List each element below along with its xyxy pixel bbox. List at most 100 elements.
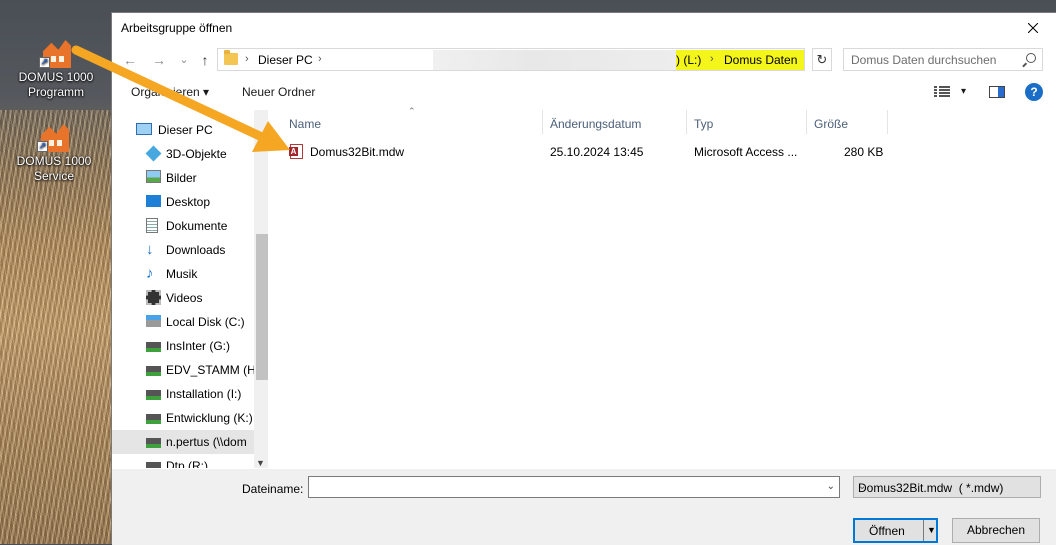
view-dropdown-icon[interactable]: ▾ [961,86,966,97]
desktop-icon [146,195,161,207]
breadcrumb-separator: › [318,53,322,65]
column-header-type[interactable]: Typ [694,110,713,134]
navigation-pane: Dieser PC 3D-Objekte Bilder Desktop Doku… [112,110,268,468]
nav-item-desktop[interactable]: Desktop [112,190,254,214]
view-options-icon[interactable] [934,86,950,98]
command-bar: Organisieren ▾ Neuer Ordner ▾ ? [112,80,1056,106]
breadcrumb-domus-daten[interactable]: Domus Daten [724,53,797,67]
forward-arrow-icon: → [152,52,166,68]
up-arrow-icon: ↑ [201,52,209,68]
network-drive-icon [146,434,161,448]
sort-ascending-icon: ⌃ [408,106,416,116]
column-divider[interactable] [686,110,687,134]
local-disk-icon [146,315,161,327]
network-drive-icon [146,338,161,352]
nav-item-musik[interactable]: ♪ Musik [112,262,254,286]
domus-house-icon: ↗ [39,34,73,68]
refresh-button[interactable]: ↻ [812,48,832,71]
shortcut-arrow-icon: ↗ [37,141,48,152]
forward-button[interactable]: → [150,51,168,69]
column-divider[interactable] [806,110,807,134]
nav-scrollbar-thumb[interactable] [256,234,268,380]
pc-icon [136,123,152,135]
file-row[interactable]: Domus32Bit.mdw 25.10.2024 13:45 Microsof… [268,142,1048,162]
breadcrumb-separator: › [710,53,714,65]
nav-item-videos[interactable]: Videos [112,286,254,310]
nav-item-label: Downloads [166,243,226,257]
search-input[interactable] [849,50,1019,70]
search-box[interactable] [843,48,1043,71]
scroll-down-arrow-icon[interactable]: ▼ [256,458,265,468]
breadcrumb-drive-l[interactable]: ) (L:) [676,53,701,67]
nav-item-dtp-r[interactable]: Dtp (R:) [112,454,254,468]
nav-item-label: 3D-Objekte [166,147,227,161]
nav-item-local-disk-c[interactable]: Local Disk (C:) [112,310,254,334]
desktop-icon-label: DOMUS 1000 Service [16,154,92,183]
close-button[interactable] [1010,13,1056,43]
help-button[interactable]: ? [1025,83,1043,101]
file-type: Microsoft Access ... [694,145,798,159]
downloads-icon: ↓ [146,241,154,258]
nav-item-installation-i[interactable]: Installation (I:) [112,382,254,406]
nav-item-downloads[interactable]: ↓ Downloads [112,238,254,262]
nav-item-insinter-g[interactable]: InsInter (G:) [112,334,254,358]
videos-icon [146,290,161,305]
nav-item-dieser-pc[interactable]: Dieser PC [112,118,254,142]
address-bar[interactable]: › Dieser PC › ) (L:) › Domus Daten ▾ [217,48,903,71]
open-button-label: Öffnen [869,524,905,538]
nav-item-label: Entwicklung (K:) [166,411,253,425]
chevron-down-icon: ▾ [203,85,210,99]
column-header-date[interactable]: Änderungsdatum [550,110,641,134]
breadcrumb-separator: › [245,53,249,65]
nav-item-label: Videos [166,291,203,305]
column-header-name[interactable]: Name [289,110,321,134]
nav-item-label: Desktop [166,195,211,209]
filetype-select[interactable]: Domus32Bit.mdw ( *.mdw) ⌄ [853,476,1041,498]
redacted-path [433,50,678,70]
column-header-size[interactable]: Größe [814,110,848,134]
preview-pane-icon[interactable] [989,86,1005,98]
desktop-icon-domus-service[interactable]: ↗ DOMUS 1000 Service [0,118,110,184]
pictures-icon [146,170,161,183]
filename-label: Dateiname: [242,482,304,496]
close-icon [1028,23,1038,33]
nav-item-bilder[interactable]: Bilder [112,166,254,190]
access-file-icon [289,144,303,159]
new-folder-button[interactable]: Neuer Ordner [242,85,315,99]
address-row: ← → ⌄ ↑ › Dieser PC › ) (L:) › Domus Dat… [112,48,1056,72]
filename-input[interactable] [312,478,812,496]
breadcrumb-dieser-pc[interactable]: Dieser PC [258,53,313,67]
chevron-down-icon: ⌄ [858,481,867,492]
nav-item-n-pertus[interactable]: n.pertus (\\dom [112,430,254,454]
nav-item-dokumente[interactable]: Dokumente [112,214,254,238]
back-arrow-icon: ← [123,52,137,68]
nav-item-label: Dtp (R:) [166,459,208,468]
cancel-button[interactable]: Abbrechen [952,518,1040,543]
nav-scrollbar[interactable] [254,110,268,468]
chevron-down-icon[interactable]: ⌄ [827,481,835,492]
open-file-dialog: Arbeitsgruppe öffnen ← → ⌄ ↑ › Dieser PC… [111,12,1056,545]
nav-item-label: Bilder [166,171,197,185]
desktop-icon-label: DOMUS 1000 [18,70,94,84]
open-button[interactable]: Öffnen ▼ [853,518,938,543]
back-button[interactable]: ← [121,51,139,69]
filename-combobox[interactable]: ⌄ [308,476,840,498]
highlighted-path: ) (L:) › Domus Daten [676,50,804,70]
nav-item-3d-objekte[interactable]: 3D-Objekte [112,142,254,166]
network-drive-icon [146,386,161,400]
up-button[interactable]: ↑ [196,51,214,69]
nav-item-edv-stamm-h[interactable]: EDV_STAMM (H: [112,358,259,382]
nav-item-label: Dieser PC [158,123,213,137]
recent-locations-button[interactable]: ⌄ [175,51,193,69]
open-options-dropdown-icon[interactable]: ▼ [927,525,936,535]
dialog-title: Arbeitsgruppe öffnen [121,21,233,35]
organize-button[interactable]: Organisieren ▾ [131,85,209,99]
dialog-footer: Dateiname: ⌄ Domus32Bit.mdw ( *.mdw) ⌄ Ö… [112,469,1056,545]
desktop-icon-domus-programm[interactable]: ↗ DOMUS 1000 Programm [0,34,112,100]
nav-item-label: EDV_STAMM (H: [166,363,260,377]
nav-item-entwicklung-k[interactable]: Entwicklung (K:) [112,406,254,430]
column-divider[interactable] [887,110,888,134]
nav-item-label: n.pertus (\\dom [166,435,247,449]
nav-item-label: Musik [166,267,198,281]
column-divider[interactable] [542,110,543,134]
